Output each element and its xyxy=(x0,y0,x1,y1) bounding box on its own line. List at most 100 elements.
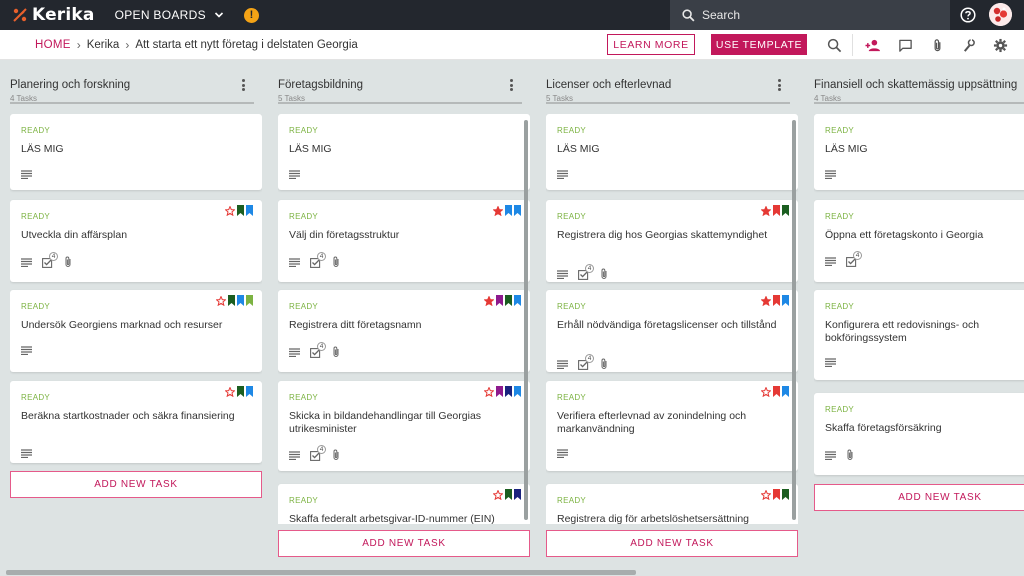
task-card[interactable]: READY Erhåll nödvändiga företagslicenser … xyxy=(546,290,798,372)
attachment-icon xyxy=(600,358,608,370)
task-tags xyxy=(214,295,253,306)
tools-icon[interactable] xyxy=(960,37,976,53)
task-status: READY xyxy=(21,126,51,135)
task-card[interactable]: READY LÄS MIG xyxy=(10,114,262,190)
scrollbar-thumb[interactable] xyxy=(792,120,796,520)
open-boards-menu[interactable]: OPEN BOARDS xyxy=(115,8,224,22)
star-outline-icon[interactable] xyxy=(225,205,235,216)
column-title[interactable]: Företagsbildning xyxy=(278,79,363,91)
star-outline-icon[interactable] xyxy=(216,295,226,306)
task-icons xyxy=(825,449,864,461)
horizontal-scrollbar[interactable] xyxy=(6,570,636,575)
checklist-count: 4 xyxy=(853,251,862,260)
attachment-icon[interactable] xyxy=(929,37,945,53)
column-menu-icon[interactable] xyxy=(508,79,514,93)
task-status: READY xyxy=(289,126,319,135)
use-template-button[interactable]: USE TEMPLATE xyxy=(711,34,807,55)
column-title[interactable]: Planering och forskning xyxy=(10,79,130,91)
task-card[interactable]: READY LÄS MIG xyxy=(814,114,1024,190)
task-status: READY xyxy=(289,393,319,402)
bookmark-blue-icon xyxy=(237,295,244,306)
task-icons xyxy=(21,346,42,355)
checklist-icon: 4 xyxy=(310,341,326,358)
star-outline-icon[interactable] xyxy=(761,489,771,500)
settings-gear-icon[interactable] xyxy=(992,37,1008,53)
task-card[interactable]: READY Välj din företagsstruktur 4 xyxy=(278,200,530,282)
column-menu-icon[interactable] xyxy=(240,79,246,93)
help-icon[interactable] xyxy=(960,7,976,23)
scrollbar-thumb[interactable] xyxy=(524,120,528,520)
star-outline-icon[interactable] xyxy=(493,489,503,500)
column-task-count: 5 Tasks xyxy=(546,94,573,103)
task-icons xyxy=(21,449,42,458)
description-icon xyxy=(21,449,32,458)
column-title[interactable]: Licenser och efterlevnad xyxy=(546,79,671,91)
description-icon xyxy=(825,170,836,179)
search-placeholder: Search xyxy=(702,8,741,22)
task-tags xyxy=(759,205,789,216)
task-card[interactable]: READY LÄS MIG xyxy=(546,114,798,190)
star-filled-icon[interactable] xyxy=(761,205,771,216)
checklist-count: 4 xyxy=(585,353,594,363)
add-new-task-button[interactable]: ADD NEW TASK xyxy=(10,471,262,498)
bookmark-darkgreen-icon xyxy=(505,489,512,500)
task-card[interactable]: READY Registrera ditt företagsnamn 4 xyxy=(278,290,530,372)
bookmark-darkgreen-icon xyxy=(782,489,789,500)
task-card[interactable]: READY Beräkna startkostnader och säkra fi… xyxy=(10,381,262,463)
column-task-count: 5 Tasks xyxy=(278,94,305,103)
task-title: LÄS MIG xyxy=(825,143,868,155)
description-icon xyxy=(825,358,836,367)
star-outline-icon[interactable] xyxy=(484,386,494,397)
add-person-icon[interactable] xyxy=(864,37,880,53)
attachment-icon xyxy=(332,256,340,268)
add-new-task-button[interactable]: ADD NEW TASK xyxy=(546,530,798,557)
attachment-icon xyxy=(332,346,340,358)
star-filled-icon[interactable] xyxy=(493,205,503,216)
task-icons: 4 xyxy=(557,353,618,370)
task-card[interactable]: READY Registrera dig för arbetslöshetsers… xyxy=(546,484,798,524)
task-card[interactable]: READY Undersök Georgiens marknad och resu… xyxy=(10,290,262,372)
task-card[interactable]: READY Konfigurera ett redovisnings- och b… xyxy=(814,290,1024,380)
breadcrumb-home[interactable]: HOME xyxy=(35,39,71,51)
task-card[interactable]: READY Registrera dig hos Georgias skattem… xyxy=(546,200,798,282)
add-new-task-button[interactable]: ADD NEW TASK xyxy=(278,530,530,557)
star-filled-icon[interactable] xyxy=(484,295,494,306)
board-search-icon[interactable] xyxy=(826,37,842,53)
column-scrollbar[interactable] xyxy=(524,114,529,524)
search-input[interactable]: Search xyxy=(670,0,950,30)
task-status: READY xyxy=(21,212,51,221)
task-card[interactable]: READY Skaffa företagsförsäkring xyxy=(814,393,1024,475)
column-menu-icon[interactable] xyxy=(776,79,782,93)
breadcrumb-org[interactable]: Kerika xyxy=(87,39,120,51)
user-avatar[interactable] xyxy=(989,3,1012,26)
chat-icon[interactable] xyxy=(897,37,913,53)
task-title: LÄS MIG xyxy=(557,143,600,155)
add-new-task-button[interactable]: ADD NEW TASK xyxy=(814,484,1024,511)
checklist-icon: 4 xyxy=(310,444,326,461)
task-card[interactable]: READY LÄS MIG xyxy=(278,114,530,190)
task-card[interactable]: READY Skicka in bildandehandlingar till G… xyxy=(278,381,530,471)
task-card[interactable]: READY Verifiera efterlevnad av zonindelni… xyxy=(546,381,798,471)
task-card[interactable]: READY Skaffa federalt arbetsgivar-ID-numm… xyxy=(278,484,530,524)
kerika-logo[interactable]: Kerika xyxy=(12,0,95,30)
bookmark-blue-icon xyxy=(246,205,253,216)
description-icon xyxy=(557,359,568,369)
learn-more-button[interactable]: LEARN MORE xyxy=(607,34,695,55)
column-scrollbar[interactable] xyxy=(792,114,797,524)
notification-icon[interactable]: ! xyxy=(243,7,259,23)
bookmark-red-icon xyxy=(773,386,780,397)
star-outline-icon[interactable] xyxy=(225,386,235,397)
description-icon xyxy=(21,257,32,267)
bookmark-blue-icon xyxy=(782,295,789,306)
task-tags xyxy=(759,386,789,397)
task-status: READY xyxy=(557,496,587,505)
star-filled-icon[interactable] xyxy=(761,295,771,306)
task-icons xyxy=(557,170,578,179)
column-title[interactable]: Finansiell och skattemässig uppsättning xyxy=(814,79,1017,91)
bookmark-blue-icon xyxy=(246,386,253,397)
star-outline-icon[interactable] xyxy=(761,386,771,397)
task-card[interactable]: READY Öppna ett företagskonto i Georgia 4 xyxy=(814,200,1024,282)
checklist-icon: 4 xyxy=(578,353,594,370)
task-card[interactable]: READY Utveckla din affärsplan 4 xyxy=(10,200,262,282)
bookmark-darkgreen-icon xyxy=(782,205,789,216)
